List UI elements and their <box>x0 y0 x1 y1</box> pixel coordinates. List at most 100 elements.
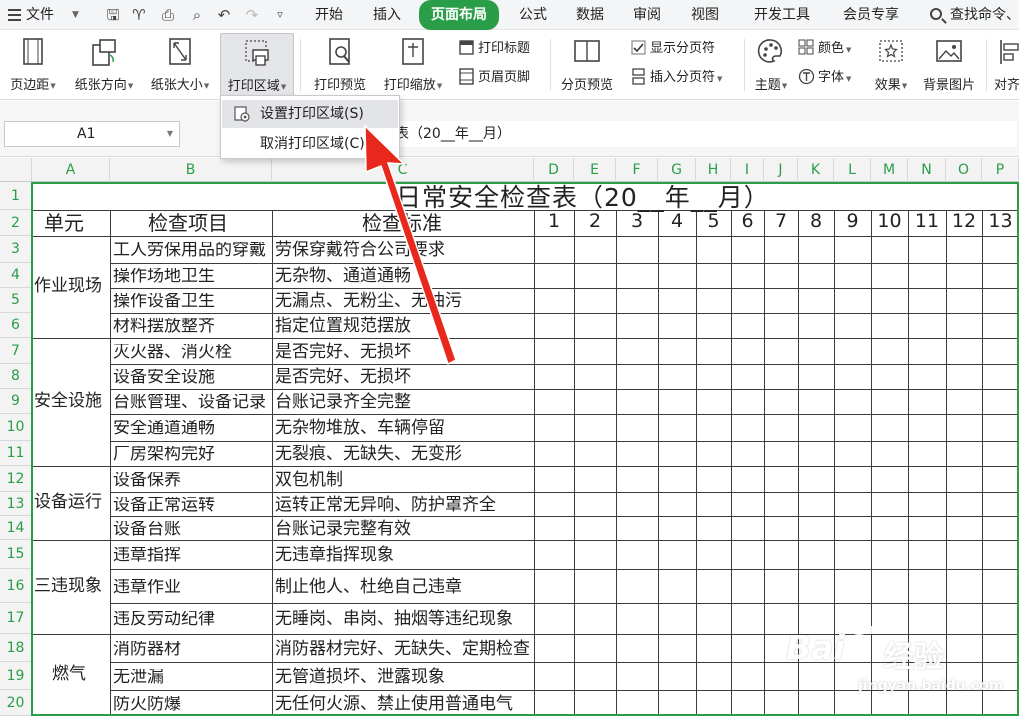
item-cell[interactable]: 设备安全设施 <box>113 369 272 386</box>
standard-cell[interactable]: 无杂物堆放、车辆停留 <box>275 420 445 437</box>
standard-cell[interactable]: 无违章指挥现象 <box>275 547 394 564</box>
standard-cell[interactable]: 双包机制 <box>275 471 343 489</box>
item-cell[interactable]: 违反劳动纪律 <box>113 611 272 628</box>
header-day-10: 10 <box>877 210 902 232</box>
redo-icon[interactable]: ↷ <box>240 0 264 30</box>
align-button[interactable]: 对齐 <box>992 33 1019 97</box>
chevron-down-icon[interactable]: ▼ <box>167 122 173 146</box>
paper-size-button[interactable]: 纸张大小▼ <box>144 33 216 97</box>
chevron-down-icon[interactable]: ▼ <box>72 0 79 30</box>
tab-formulas[interactable]: 公式 <box>512 0 554 30</box>
item-cell[interactable]: 无泄漏 <box>113 669 272 686</box>
tab-page-layout[interactable]: 页面布局 <box>419 0 499 30</box>
effects-button[interactable]: 效果▼ <box>868 33 914 97</box>
colors-button[interactable]: 颜色 ▼ <box>798 38 851 60</box>
formula-input[interactable]: 表（20__年__月） <box>395 121 1017 147</box>
standard-cell[interactable]: 无漏点、无粉尘、无油污 <box>275 293 462 310</box>
standard-cell[interactable]: 无杂物、通道通畅 <box>275 268 411 285</box>
item-cell[interactable]: 操作设备卫生 <box>113 293 272 310</box>
print-preview-button[interactable]: 打印预览 <box>308 33 372 97</box>
header-day-6: 6 <box>741 210 754 232</box>
standard-cell[interactable]: 劳保穿戴符合公司要求 <box>275 242 445 259</box>
standard-cell[interactable]: 无裂痕、无缺失、无变形 <box>275 446 462 463</box>
name-box[interactable]: A1 ▼ <box>4 121 180 147</box>
insert-page-break-button[interactable]: 插入分页符 ▼ <box>630 67 722 89</box>
print-area-button[interactable]: 打印区域▼ <box>220 33 294 97</box>
header-day-3: 3 <box>630 210 644 232</box>
theme-button[interactable]: 主题▼ <box>748 33 794 97</box>
standard-cell[interactable]: 无管道损坏、泄露现象 <box>275 668 445 686</box>
grid-line-vertical <box>731 210 732 716</box>
tab-member[interactable]: 会员专享 <box>837 0 905 30</box>
grid-line-horizontal <box>110 492 1019 493</box>
grid-line-horizontal <box>32 466 1019 467</box>
fonts-icon <box>798 68 815 85</box>
grid-line-horizontal <box>110 662 1019 663</box>
tab-data[interactable]: 数据 <box>569 0 611 30</box>
item-cell[interactable]: 消防器材 <box>113 641 272 658</box>
item-cell[interactable]: 违章作业 <box>113 579 272 596</box>
print-icon[interactable]: ⎙ <box>156 0 180 30</box>
background-image-button[interactable]: 背景图片 <box>918 33 980 97</box>
print-area-icon <box>245 40 269 66</box>
item-cell[interactable]: 厂房架构完好 <box>113 446 272 463</box>
grid-line-horizontal <box>110 414 1019 415</box>
standard-cell[interactable]: 台账记录齐全完整 <box>275 394 411 411</box>
print-area-dropdown: 设置打印区域(S) 取消打印区域(C) <box>220 95 400 159</box>
standard-cell[interactable]: 是否完好、无损坏 <box>275 369 411 386</box>
grid-line-vertical <box>696 210 697 716</box>
print-scale-button[interactable]: 打印缩放▼ <box>376 33 450 97</box>
standard-cell[interactable]: 是否完好、无损坏 <box>275 343 411 361</box>
standard-cell[interactable]: 运转正常无异响、防护罩齐全 <box>275 496 496 514</box>
tab-developer[interactable]: 开发工具 <box>748 0 816 30</box>
page-break-preview-button[interactable]: 分页预览 <box>556 33 618 97</box>
undo-icon[interactable]: ↶ <box>212 0 236 30</box>
tab-home[interactable]: 开始 <box>308 0 350 30</box>
item-cell[interactable]: 设备保养 <box>113 472 272 489</box>
header-day-11: 11 <box>914 210 940 232</box>
item-cell[interactable]: 设备台账 <box>113 521 272 538</box>
set-print-area-menu-item[interactable]: 设置打印区域(S) <box>222 100 398 128</box>
cancel-print-area-menu-item[interactable]: 取消打印区域(C) <box>222 130 398 158</box>
print-preview-icon[interactable]: ⌕ <box>185 0 209 30</box>
tab-insert[interactable]: 插入 <box>366 0 408 30</box>
orientation-button[interactable]: 纸张方向▼ <box>68 33 140 97</box>
watermark-text: 经验 <box>884 640 944 675</box>
watermark-logo: Bai <box>786 628 845 667</box>
standard-cell[interactable]: 台账记录完整有效 <box>275 520 411 538</box>
header-footer-button[interactable]: 页眉页脚 <box>458 67 530 89</box>
standard-cell[interactable]: 无睡岗、串岗、抽烟等违纪现象 <box>275 611 513 628</box>
standard-cell[interactable]: 无任何火源、禁止使用普通电气 <box>275 695 513 713</box>
standard-cell[interactable]: 消防器材完好、无缺失、定期检查 <box>275 640 530 658</box>
show-page-breaks-checkbox[interactable]: 显示分页符 <box>630 38 715 60</box>
search-command[interactable]: 查找命令、 <box>926 0 1019 30</box>
unit-label: 安全设施 <box>34 391 102 411</box>
header-standard: 检查标准 <box>362 211 442 235</box>
item-cell[interactable]: 操作场地卫生 <box>113 268 272 285</box>
item-cell[interactable]: 违章指挥 <box>113 547 272 564</box>
grid-line-horizontal <box>110 364 1019 365</box>
format-painter-icon[interactable]: ♈ <box>127 0 151 30</box>
menu-icon[interactable] <box>6 0 22 30</box>
standard-cell[interactable]: 指定位置规范摆放 <box>275 318 411 335</box>
tab-review[interactable]: 审阅 <box>626 0 668 30</box>
file-menu[interactable]: 文件 <box>26 0 54 30</box>
grid-line-horizontal <box>32 338 1019 339</box>
item-cell[interactable]: 灭火器、消火栓 <box>113 344 272 361</box>
palette-icon <box>757 39 783 63</box>
margins-button[interactable]: 页边距▼ <box>2 33 64 97</box>
grid-line-vertical <box>32 210 33 716</box>
print-titles-button[interactable]: 打印标题 <box>458 38 530 60</box>
fonts-button[interactable]: 字体 ▼ <box>798 67 851 89</box>
item-cell[interactable]: 防火防爆 <box>113 696 272 713</box>
tab-view[interactable]: 视图 <box>684 0 726 30</box>
item-cell[interactable]: 台账管理、设备记录 <box>113 394 272 411</box>
item-cell[interactable]: 设备正常运转 <box>113 497 272 514</box>
standard-cell[interactable]: 制止他人、杜绝自己违章 <box>275 578 462 596</box>
customize-icon[interactable]: ▿ <box>268 0 292 30</box>
save-icon[interactable]: 🖫 <box>101 0 125 30</box>
print-titles-icon <box>459 40 474 55</box>
item-cell[interactable]: 工人劳保用品的穿戴 <box>113 242 272 259</box>
item-cell[interactable]: 材料摆放整齐 <box>113 318 272 335</box>
item-cell[interactable]: 安全通道通畅 <box>113 420 272 437</box>
